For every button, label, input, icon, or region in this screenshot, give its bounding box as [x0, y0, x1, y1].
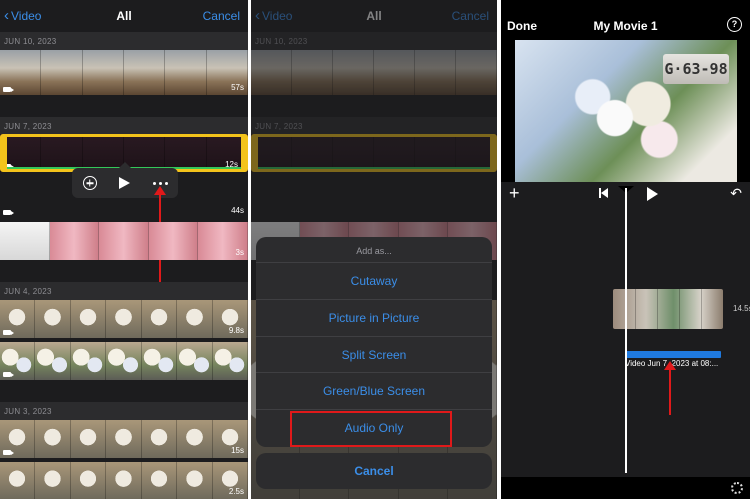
play-preview-button[interactable]	[114, 172, 136, 194]
section-date: JUN 3, 2023	[0, 402, 248, 420]
clip-row[interactable]: 44s	[0, 198, 248, 218]
video-camera-icon	[3, 372, 14, 377]
annotation-highlight-box	[290, 411, 452, 447]
sheet-cancel-button[interactable]: Cancel	[256, 453, 492, 489]
play-icon	[119, 177, 131, 189]
option-picture-in-picture[interactable]: Picture in Picture	[256, 300, 492, 337]
video-camera-icon	[3, 87, 14, 92]
annotation-arrow	[664, 361, 676, 415]
ellipsis-icon	[152, 181, 168, 185]
play-icon[interactable]	[647, 187, 658, 201]
media-browser-panel: ‹ Video All Cancel JUN 10, 2023 57s JUN 7…	[0, 0, 248, 499]
video-camera-icon	[3, 210, 14, 215]
video-preview[interactable]: G·63-98	[515, 40, 737, 182]
editor-header: Done My Movie 1 ?	[501, 0, 750, 40]
clip-thumbnail[interactable]: 3s	[0, 222, 248, 260]
timeline-clip-duration: 14.5s	[733, 304, 750, 313]
timeline-video-clip[interactable]	[613, 289, 723, 329]
nav-bar: ‹ Video All Cancel	[251, 0, 497, 32]
skip-to-start-icon[interactable]	[599, 188, 609, 198]
help-icon[interactable]: ?	[727, 17, 742, 32]
option-green-blue-screen[interactable]: Green/Blue Screen	[256, 373, 492, 411]
undo-icon[interactable]: ↶	[730, 185, 742, 202]
clip-thumbnail[interactable]: 57s	[0, 50, 248, 95]
clip-duration: 15s	[231, 446, 244, 455]
clip-duration: 9.8s	[228, 326, 244, 335]
cancel-button[interactable]: Cancel	[452, 9, 489, 23]
section-date: JUN 7, 2023	[251, 117, 497, 135]
project-title: My Movie 1	[593, 19, 658, 33]
video-camera-icon	[3, 450, 14, 455]
cancel-button[interactable]: Cancel	[203, 9, 240, 23]
option-split-screen[interactable]: Split Screen	[256, 337, 492, 374]
plus-circle-icon	[82, 176, 97, 190]
clip-thumbnail[interactable]: 2.5s	[0, 462, 248, 499]
sheet-header: Add as...	[256, 237, 492, 263]
add-media-button[interactable]: +	[509, 184, 520, 202]
add-as-panel: ‹ Video All Cancel JUN 10, 2023 JUN 7, 20…	[251, 0, 497, 499]
option-cutaway[interactable]: Cutaway	[256, 263, 492, 300]
section-date: JUN 7, 2023	[0, 117, 248, 135]
clip-duration: 3s	[235, 248, 244, 257]
clip-duration: 44s	[231, 206, 244, 215]
project-editor-panel: Done My Movie 1 ? G·63-98 + ↶ 14.5s Vide…	[501, 0, 750, 499]
section-date: JUN 4, 2023	[0, 282, 248, 300]
section-date: JUN 10, 2023	[0, 32, 248, 50]
gear-icon[interactable]	[731, 482, 743, 494]
clip-duration: 57s	[231, 83, 244, 92]
clip-duration: 2.5s	[228, 487, 244, 496]
playhead[interactable]	[625, 188, 627, 473]
clip-thumbnail[interactable]: 15s	[0, 420, 248, 458]
nav-bar: ‹ Video All Cancel	[0, 0, 248, 32]
editor-bottom-bar	[501, 477, 750, 499]
video-camera-icon	[3, 330, 14, 335]
clip-thumbnail[interactable]: 9.8s	[0, 300, 248, 338]
selection-highlight	[251, 134, 497, 172]
add-clip-button[interactable]	[79, 172, 101, 194]
section-date: JUN 10, 2023	[251, 32, 497, 50]
clip-thumbnail	[251, 50, 497, 95]
audio-track[interactable]	[625, 351, 721, 358]
clip-thumbnail[interactable]	[0, 342, 248, 380]
license-plate-text: G·63-98	[663, 54, 729, 84]
